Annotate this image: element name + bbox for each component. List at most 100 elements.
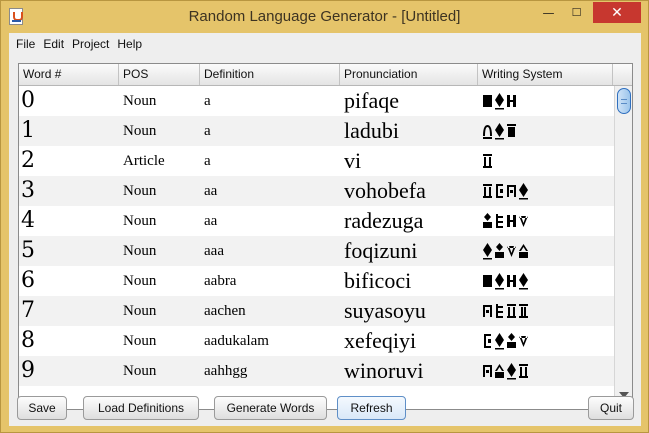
word-number-cell[interactable]: 6 xyxy=(21,266,114,296)
word-number-cell[interactable]: 2 xyxy=(21,146,114,176)
save-button[interactable]: Save xyxy=(17,396,67,420)
menu-help[interactable]: Help xyxy=(113,37,146,51)
table-row[interactable]: 2 Article a vi xyxy=(19,146,614,176)
table-body: 0 Noun a pifaqe 1 Noun a ladubi 2 Article a vi 3 Noun… xyxy=(19,86,614,386)
column-header-writing-system[interactable]: Writing System xyxy=(478,64,613,85)
pronunciation-cell[interactable]: vohobefa xyxy=(344,176,478,206)
pos-cell[interactable]: Noun xyxy=(123,86,199,116)
pos-cell[interactable]: Noun xyxy=(123,326,199,356)
writing-system-cell[interactable] xyxy=(482,360,612,382)
close-button[interactable]: ✕ xyxy=(593,2,641,23)
column-header-pronunciation[interactable]: Pronunciation xyxy=(340,64,478,85)
writing-system-cell[interactable] xyxy=(482,270,612,292)
definition-cell[interactable]: a xyxy=(204,146,340,176)
script-glyph-icon xyxy=(495,93,504,110)
pronunciation-cell[interactable]: suyasoyu xyxy=(344,296,478,326)
definition-cell[interactable]: aadukalam xyxy=(204,326,340,356)
pos-cell[interactable]: Noun xyxy=(123,236,199,266)
definition-cell[interactable]: a xyxy=(204,116,340,146)
definition-cell[interactable]: aa xyxy=(204,176,340,206)
table-row[interactable]: 0 Noun a pifaqe xyxy=(19,86,614,116)
table-row[interactable]: 8 Noun aadukalam xefeqiyi xyxy=(19,326,614,356)
script-glyph-icon xyxy=(483,184,492,198)
writing-system-cell[interactable] xyxy=(482,300,612,322)
pronunciation-cell[interactable]: winoruvi xyxy=(344,356,478,386)
table-row[interactable]: 1 Noun a ladubi xyxy=(19,116,614,146)
script-glyph-icon xyxy=(519,183,528,200)
word-number-cell[interactable]: 1 xyxy=(21,116,114,146)
vertical-scrollbar[interactable] xyxy=(614,86,632,409)
table-row[interactable]: 5 Noun aaa foqizuni xyxy=(19,236,614,266)
writing-system-cell[interactable] xyxy=(482,240,612,262)
pronunciation-cell[interactable]: foqizuni xyxy=(344,236,478,266)
script-glyph-icon xyxy=(507,333,516,348)
menu-file[interactable]: File xyxy=(12,37,39,51)
load-definitions-button[interactable]: Load Definitions xyxy=(83,396,199,420)
definition-cell[interactable]: a xyxy=(204,86,340,116)
script-glyph-icon xyxy=(496,304,503,318)
pos-cell[interactable]: Noun xyxy=(123,206,199,236)
table-row[interactable]: 3 Noun aa vohobefa xyxy=(19,176,614,206)
definition-cell[interactable]: aabra xyxy=(204,266,340,296)
word-number-cell[interactable]: 3 xyxy=(21,176,114,206)
word-number-cell[interactable]: 8 xyxy=(21,326,114,356)
client-area: File Edit Project Help Word # POS Defini… xyxy=(9,33,641,426)
script-glyph-icon xyxy=(507,215,516,227)
writing-system-cell[interactable] xyxy=(482,180,612,202)
script-glyph-icon xyxy=(519,244,528,258)
header-corner xyxy=(613,64,632,85)
definition-cell[interactable]: aahhgg xyxy=(204,356,340,386)
script-glyph-icon xyxy=(519,336,528,347)
writing-system-cell[interactable] xyxy=(482,150,612,172)
pronunciation-cell[interactable]: pifaqe xyxy=(344,86,478,116)
word-number-cell[interactable]: 9 xyxy=(21,356,114,386)
word-number-cell[interactable]: 0 xyxy=(21,86,114,116)
quit-button[interactable]: Quit xyxy=(588,396,634,420)
table-row[interactable]: 7 Noun aachen suyasoyu xyxy=(19,296,614,326)
writing-system-cell[interactable] xyxy=(482,90,612,112)
maximize-button[interactable]: ☐ xyxy=(563,2,590,23)
word-table: Word # POS Definition Pronunciation Writ… xyxy=(18,63,633,410)
pos-cell[interactable]: Noun xyxy=(123,296,199,326)
script-glyph-icon xyxy=(507,185,516,197)
column-header-pos[interactable]: POS xyxy=(119,64,200,85)
table-row[interactable]: 9 Noun aahhgg winoruvi xyxy=(19,356,614,386)
script-glyph-icon xyxy=(507,124,516,137)
menu-project[interactable]: Project xyxy=(68,37,113,51)
title-bar[interactable]: Random Language Generator - [Untitled] —… xyxy=(1,1,648,33)
writing-system-cell[interactable] xyxy=(482,330,612,352)
minimize-button[interactable]: — xyxy=(535,2,562,23)
pronunciation-cell[interactable]: bificoci xyxy=(344,266,478,296)
table-row[interactable]: 4 Noun aa radezuga xyxy=(19,206,614,236)
pos-cell[interactable]: Noun xyxy=(123,356,199,386)
script-glyph-icon xyxy=(483,213,492,228)
generate-words-button[interactable]: Generate Words xyxy=(214,396,327,420)
refresh-button[interactable]: Refresh xyxy=(337,396,406,420)
pos-cell[interactable]: Noun xyxy=(123,116,199,146)
definition-cell[interactable]: aachen xyxy=(204,296,340,326)
definition-cell[interactable]: aa xyxy=(204,206,340,236)
script-glyph-icon xyxy=(507,304,516,318)
scrollbar-grip xyxy=(621,99,627,104)
word-number-cell[interactable]: 4 xyxy=(21,206,114,236)
table-row[interactable]: 6 Noun aabra bificoci xyxy=(19,266,614,296)
column-header-definition[interactable]: Definition xyxy=(200,64,340,85)
pronunciation-cell[interactable]: ladubi xyxy=(344,116,478,146)
pos-cell[interactable]: Noun xyxy=(123,176,199,206)
pronunciation-cell[interactable]: xefeqiyi xyxy=(344,326,478,356)
menu-edit[interactable]: Edit xyxy=(39,37,68,51)
script-glyph-icon xyxy=(495,123,504,140)
script-glyph-icon xyxy=(507,275,516,287)
word-number-cell[interactable]: 7 xyxy=(21,296,114,326)
pronunciation-cell[interactable]: vi xyxy=(344,146,478,176)
script-glyph-icon xyxy=(519,216,528,227)
column-header-word-number[interactable]: Word # xyxy=(19,64,119,85)
pos-cell[interactable]: Noun xyxy=(123,266,199,296)
writing-system-cell[interactable] xyxy=(482,120,612,142)
definition-cell[interactable]: aaa xyxy=(204,236,340,266)
writing-system-cell[interactable] xyxy=(482,210,612,232)
pos-cell[interactable]: Article xyxy=(123,146,199,176)
scrollbar-thumb[interactable] xyxy=(617,88,631,114)
word-number-cell[interactable]: 5 xyxy=(21,236,114,266)
pronunciation-cell[interactable]: radezuga xyxy=(344,206,478,236)
